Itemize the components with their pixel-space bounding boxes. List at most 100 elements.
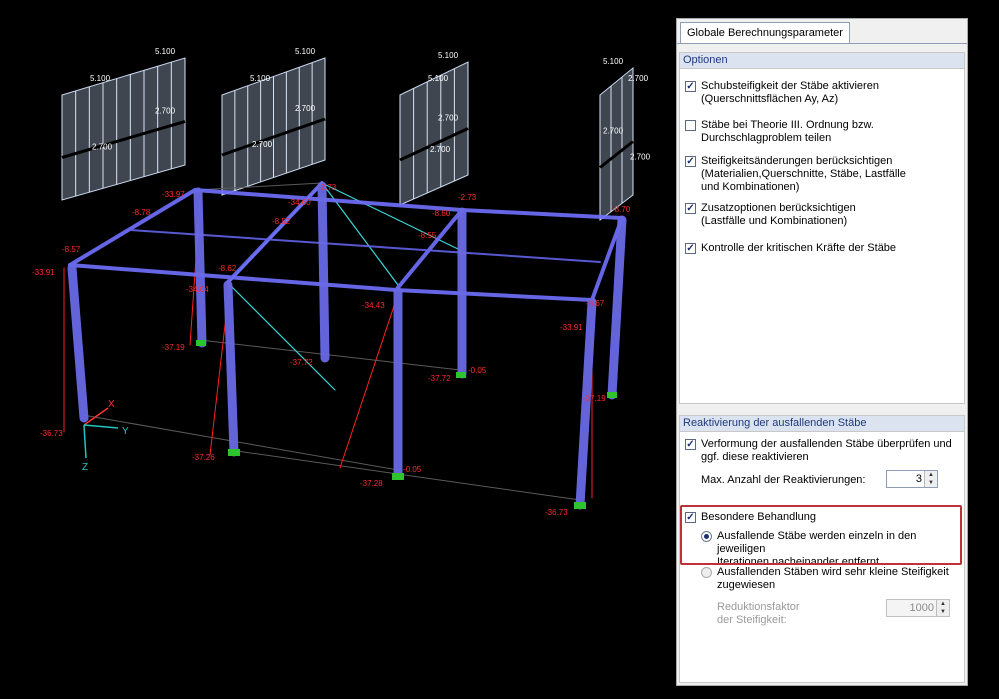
additional-options-label: Zusatzoptionen berücksichtigen xyxy=(701,202,856,214)
moment-value-label: -34.43 xyxy=(362,301,385,310)
max-reactivations-value: 3 xyxy=(915,473,922,485)
support-value-label: -0.05 xyxy=(403,465,422,474)
spinner-arrows-icon[interactable]: ▲ ▼ xyxy=(936,600,949,616)
options-group: Optionen Schubsteifigkeit der Stäbe akti… xyxy=(679,52,965,404)
small-stiffness-label: Ausfallenden Stäben wird sehr kleine Ste… xyxy=(717,566,949,578)
additional-options-sub: (Lastfälle und Kombinationen) xyxy=(701,215,848,227)
option-critical-forces[interactable]: Kontrolle der kritischen Kräfte der Stäb… xyxy=(685,242,896,255)
moment-value-label: -34.60 xyxy=(288,198,311,207)
x-axis-label: X xyxy=(108,399,115,410)
frame-model-drawing: 5.100 5.100 2.700 2.700 5.100 5.100 2.700 2.700… xyxy=(32,47,651,517)
moment-value-label: -8.60 xyxy=(432,209,451,218)
moment-value-label: -8.78 xyxy=(132,208,151,217)
option-additional[interactable]: Zusatzoptionen berücksichtigen (Lastfäll… xyxy=(685,202,856,228)
load-value-label: 2.700 xyxy=(92,143,113,152)
max-reactivations-spinner[interactable]: 3 ▲ ▼ xyxy=(886,470,938,488)
load-value-label: 2.700 xyxy=(628,74,649,83)
reduction-factor-value: 1000 xyxy=(909,602,934,614)
load-value-label: 2.700 xyxy=(438,114,459,123)
load-value-label: 2.700 xyxy=(295,104,316,113)
load-value-label: 2.700 xyxy=(252,140,273,149)
remove-individually-label: Ausfallende Stäbe werden einzeln in den … xyxy=(717,530,917,555)
reactivation-group-title: Reaktivierung der ausfallenden Stäbe xyxy=(680,416,964,432)
option-special-treatment[interactable]: Besondere Behandlung xyxy=(685,511,816,524)
support-value-label: -37.26 xyxy=(192,453,215,462)
stiffness-changes-sub: (Materialien,Querschnitte, Stäbe, Lastfä… xyxy=(701,168,906,180)
critical-forces-label: Kontrolle der kritischen Kräfte der Stäb… xyxy=(701,242,897,254)
small-stiffness-sub: zugewiesen xyxy=(717,579,776,591)
moment-value-label: -8.62 xyxy=(218,264,237,273)
stiffness-changes-checkbox[interactable] xyxy=(685,156,696,167)
support-value-label: -36.73 xyxy=(545,508,568,517)
load-value-label: 2.700 xyxy=(430,145,451,154)
moment-value-label: -8.52 xyxy=(272,217,291,226)
tab-global-parameters[interactable]: Globale Berechnungsparameter xyxy=(680,22,850,43)
support-value-label: -0.05 xyxy=(468,366,487,375)
moment-value-label: -2.73 xyxy=(458,193,477,202)
moment-value-label: -33.91 xyxy=(560,323,583,332)
load-value-label: 2.700 xyxy=(603,127,624,136)
radio-remove-individually[interactable]: Ausfallende Stäbe werden einzeln in den … xyxy=(701,530,964,569)
y-axis-label: Y xyxy=(122,426,129,437)
stiffness-changes-label: Steifigkeitsänderungen berücksichtigen xyxy=(701,155,893,167)
option-stiffness-changes[interactable]: Steifigkeitsänderungen berücksichtigen (… xyxy=(685,155,906,194)
special-treatment-label: Besondere Behandlung xyxy=(701,511,816,523)
moment-value-label: -8.67 xyxy=(586,299,605,308)
load-value-label: 5.100 xyxy=(90,74,111,83)
load-value-label: 5.100 xyxy=(295,47,316,56)
spinner-arrows-icon[interactable]: ▲ ▼ xyxy=(924,471,937,487)
moment-value-label: -8.57 xyxy=(62,245,81,254)
option-shear-stiffness[interactable]: Schubsteifigkeit der Stäbe aktivieren (Q… xyxy=(685,80,879,106)
support-value-label: -37.28 xyxy=(360,479,383,488)
support-value-label: -37.72 xyxy=(428,374,451,383)
support-value-label: -37.19 xyxy=(162,343,185,352)
theory-iii-checkbox[interactable] xyxy=(685,120,696,131)
moment-value-label: -34.04 xyxy=(186,285,209,294)
moment-value-label: -33.91 xyxy=(32,268,55,277)
shear-stiffness-label: Schubsteifigkeit der Stäbe aktivieren xyxy=(701,80,879,92)
theory-iii-label: Stäbe bei Theorie III. Ordnung bzw. xyxy=(701,119,874,131)
axis-triad: X Y Z xyxy=(82,399,129,473)
load-value-label: 5.100 xyxy=(438,51,459,60)
check-deformation-sub: ggf. diese reaktivieren xyxy=(701,451,809,463)
load-diagrams: 5.100 5.100 2.700 2.700 5.100 5.100 2.700 2.700… xyxy=(61,47,651,222)
option-theory-iii[interactable]: Stäbe bei Theorie III. Ordnung bzw. Durc… xyxy=(685,119,874,145)
theory-iii-sub: Durchschlagproblem teilen xyxy=(701,132,832,144)
reduction-factor-label: Reduktionsfaktor der Steifigkeit: xyxy=(717,601,800,627)
reduction-factor-label-line1: Reduktionsfaktor xyxy=(717,601,800,613)
shear-stiffness-checkbox[interactable] xyxy=(685,81,696,92)
global-calculation-parameters-panel: Globale Berechnungsparameter Optionen Sc… xyxy=(676,18,968,686)
load-value-label: 5.100 xyxy=(155,47,176,56)
check-deformation-label: Verformung der ausfallenden Stäbe überpr… xyxy=(701,438,952,450)
special-treatment-checkbox[interactable] xyxy=(685,512,696,523)
load-value-label: 5.100 xyxy=(250,74,271,83)
critical-forces-checkbox[interactable] xyxy=(685,243,696,254)
moment-value-label: -2.73 xyxy=(318,183,337,192)
moment-value-label: -8.70 xyxy=(612,205,631,214)
load-value-label: 2.700 xyxy=(155,107,176,116)
small-stiffness-radio[interactable] xyxy=(701,567,712,578)
radio-small-stiffness[interactable]: Ausfallenden Stäben wird sehr kleine Ste… xyxy=(701,566,949,592)
load-value-label: 5.100 xyxy=(428,74,449,83)
support-value-label: -36.73 xyxy=(40,429,63,438)
remove-individually-radio[interactable] xyxy=(701,531,712,542)
load-value-label: 2.700 xyxy=(630,153,651,162)
reduction-factor-spinner[interactable]: 1000 ▲ ▼ xyxy=(886,599,950,617)
reduction-factor-label-line2: der Steifigkeit: xyxy=(717,614,787,626)
reactivation-group: Reaktivierung der ausfallenden Stäbe Ver… xyxy=(679,415,965,683)
stiffness-changes-sub2: und Kombinationen) xyxy=(701,181,800,193)
3d-model-viewport[interactable]: 5.100 5.100 2.700 2.700 5.100 5.100 2.700 2.700… xyxy=(0,0,670,699)
z-axis-label: Z xyxy=(82,462,88,473)
load-value-label: 5.100 xyxy=(603,57,624,66)
check-deformation-checkbox[interactable] xyxy=(685,439,696,450)
load-panel xyxy=(61,57,186,201)
max-reactivations-label: Max. Anzahl der Reaktivierungen: xyxy=(701,474,866,486)
shear-stiffness-sub: (Querschnittsflächen Ay, Az) xyxy=(701,93,839,105)
support-value-label: -37.72 xyxy=(290,358,313,367)
additional-options-checkbox[interactable] xyxy=(685,203,696,214)
tab-divider xyxy=(677,43,967,44)
option-check-deformation[interactable]: Verformung der ausfallenden Stäbe überpr… xyxy=(685,438,952,464)
moment-value-label: -8.55 xyxy=(418,231,437,240)
moment-value-label: -33.97 xyxy=(162,190,185,199)
support-value-label: -37.19 xyxy=(583,394,606,403)
